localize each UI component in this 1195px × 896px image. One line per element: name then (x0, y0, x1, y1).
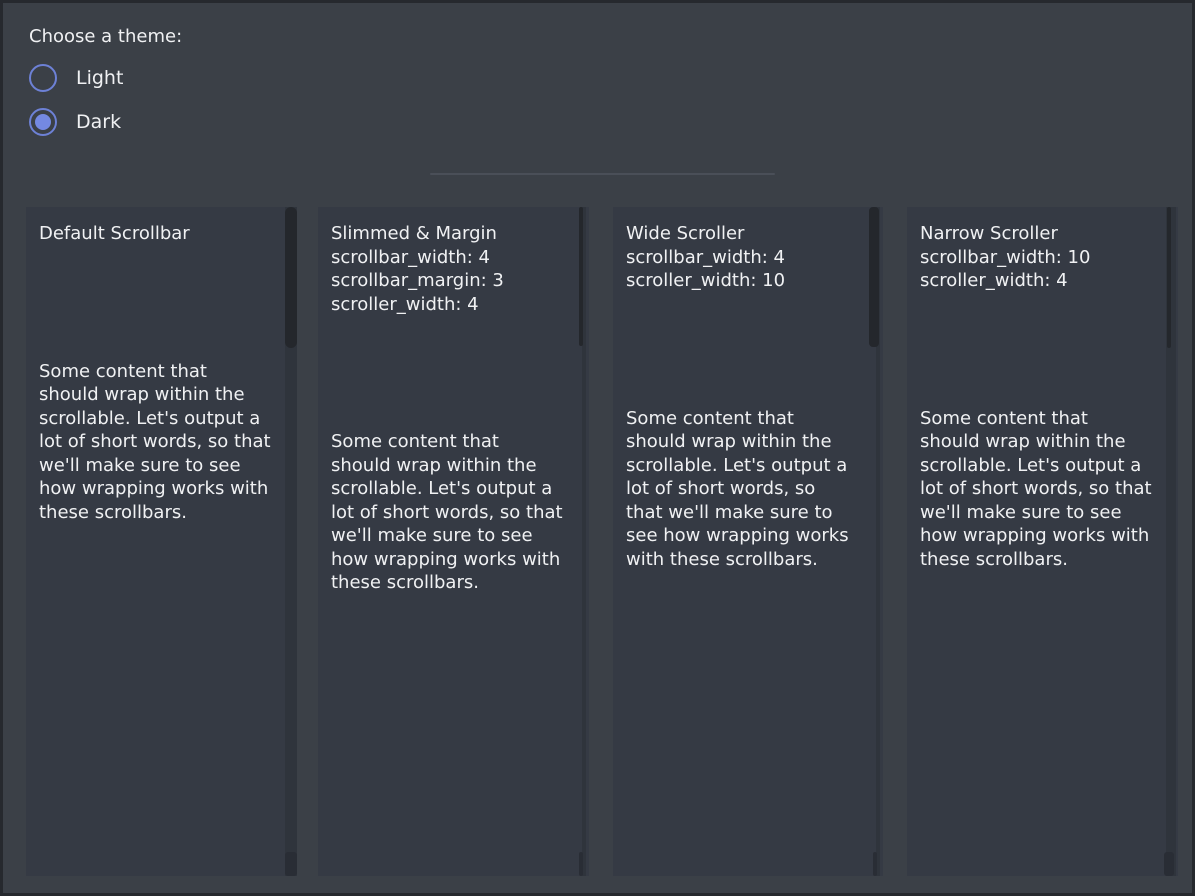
scrollbar-track-bottom-cap (579, 852, 583, 876)
panel-wide-scroller: Wide Scroller scrollbar_width: 4 scrolle… (613, 207, 883, 876)
radio-icon-dark[interactable] (29, 108, 57, 136)
panel-heading-param: scroller_width: 10 (626, 269, 857, 293)
panel-narrow-scroller: Narrow Scroller scrollbar_width: 10 scro… (907, 207, 1178, 876)
scrollbar-track-bottom-cap (873, 852, 877, 876)
panel-heading-param: scrollbar_width: 4 (331, 246, 563, 270)
panel-default-scrollbar: Default Scrollbar Some content that shou… (26, 207, 297, 876)
section-divider (430, 173, 775, 175)
panel-body-text: Some content that should wrap within the… (626, 407, 857, 572)
radio-option-dark[interactable]: Dark (29, 106, 182, 138)
panel-heading-param: scrollbar_width: 4 (626, 246, 857, 270)
panel-heading-param: scrollbar_margin: 3 (331, 269, 563, 293)
scroll-content-wide[interactable]: Wide Scroller scrollbar_width: 4 scrolle… (613, 207, 883, 876)
scrollbar-thumb[interactable] (285, 207, 297, 348)
radio-option-light[interactable]: Light (29, 62, 182, 94)
panel-body-text: Some content that should wrap within the… (920, 407, 1152, 572)
radio-icon-light[interactable] (29, 64, 57, 92)
radio-label-light: Light (76, 67, 123, 89)
panel-heading: Slimmed & Margin (331, 222, 563, 246)
scrollbar-track[interactable] (1166, 207, 1176, 876)
scrollbar-track-bottom-cap (1164, 852, 1174, 876)
panel-heading-param: scroller_width: 4 (331, 293, 563, 317)
panel-heading-param: scrollbar_width: 10 (920, 246, 1152, 270)
scrollbar-track[interactable] (285, 207, 297, 876)
panel-body-text: Some content that should wrap within the… (331, 430, 563, 595)
panel-heading-param: scroller_width: 4 (920, 269, 1152, 293)
scrollbar-track-bottom-cap (285, 852, 297, 876)
scrollbar-track[interactable] (876, 207, 880, 876)
scrollbar-thumb[interactable] (1167, 207, 1171, 348)
panel-heading: Narrow Scroller (920, 222, 1152, 246)
scroll-content-slimmed[interactable]: Slimmed & Margin scrollbar_width: 4 scro… (318, 207, 589, 876)
scroll-content-default[interactable]: Default Scrollbar Some content that shou… (26, 207, 297, 876)
radio-dot (35, 114, 51, 130)
panel-slimmed-margin: Slimmed & Margin scrollbar_width: 4 scro… (318, 207, 589, 876)
panel-body-text: Some content that should wrap within the… (39, 360, 271, 525)
scrollbar-track[interactable] (582, 207, 586, 876)
theme-chooser: Choose a theme: Light Dark (29, 25, 182, 150)
scrollbar-thumb[interactable] (869, 207, 879, 347)
radio-label-dark: Dark (76, 111, 121, 133)
panel-heading: Default Scrollbar (39, 222, 271, 246)
scroll-content-narrow[interactable]: Narrow Scroller scrollbar_width: 10 scro… (907, 207, 1178, 876)
panel-heading: Wide Scroller (626, 222, 857, 246)
scrollbar-thumb[interactable] (579, 207, 583, 346)
theme-chooser-label: Choose a theme: (29, 25, 182, 49)
